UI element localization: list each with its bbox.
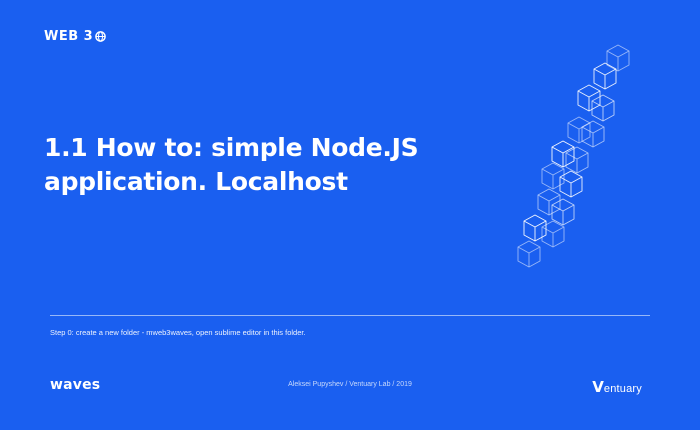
web3-logo-text: WEB 3 xyxy=(44,29,94,44)
title-line-2: application. Localhost xyxy=(44,167,348,196)
page-title: 1.1 How to: simple Node.JS application. … xyxy=(44,131,504,199)
globe-icon xyxy=(95,31,107,42)
step-instruction: Step 0: create a new folder - mweb3waves… xyxy=(50,328,306,337)
divider xyxy=(50,315,650,316)
ventuary-logo: V entuary xyxy=(592,378,642,396)
title-line-1: 1.1 How to: simple Node.JS xyxy=(44,133,419,162)
web3-logo: WEB 3 xyxy=(44,29,107,44)
cube-chain-icon xyxy=(517,44,630,268)
ventuary-logo-text: entuary xyxy=(603,383,642,395)
ventuary-logo-mark: V xyxy=(592,378,604,396)
